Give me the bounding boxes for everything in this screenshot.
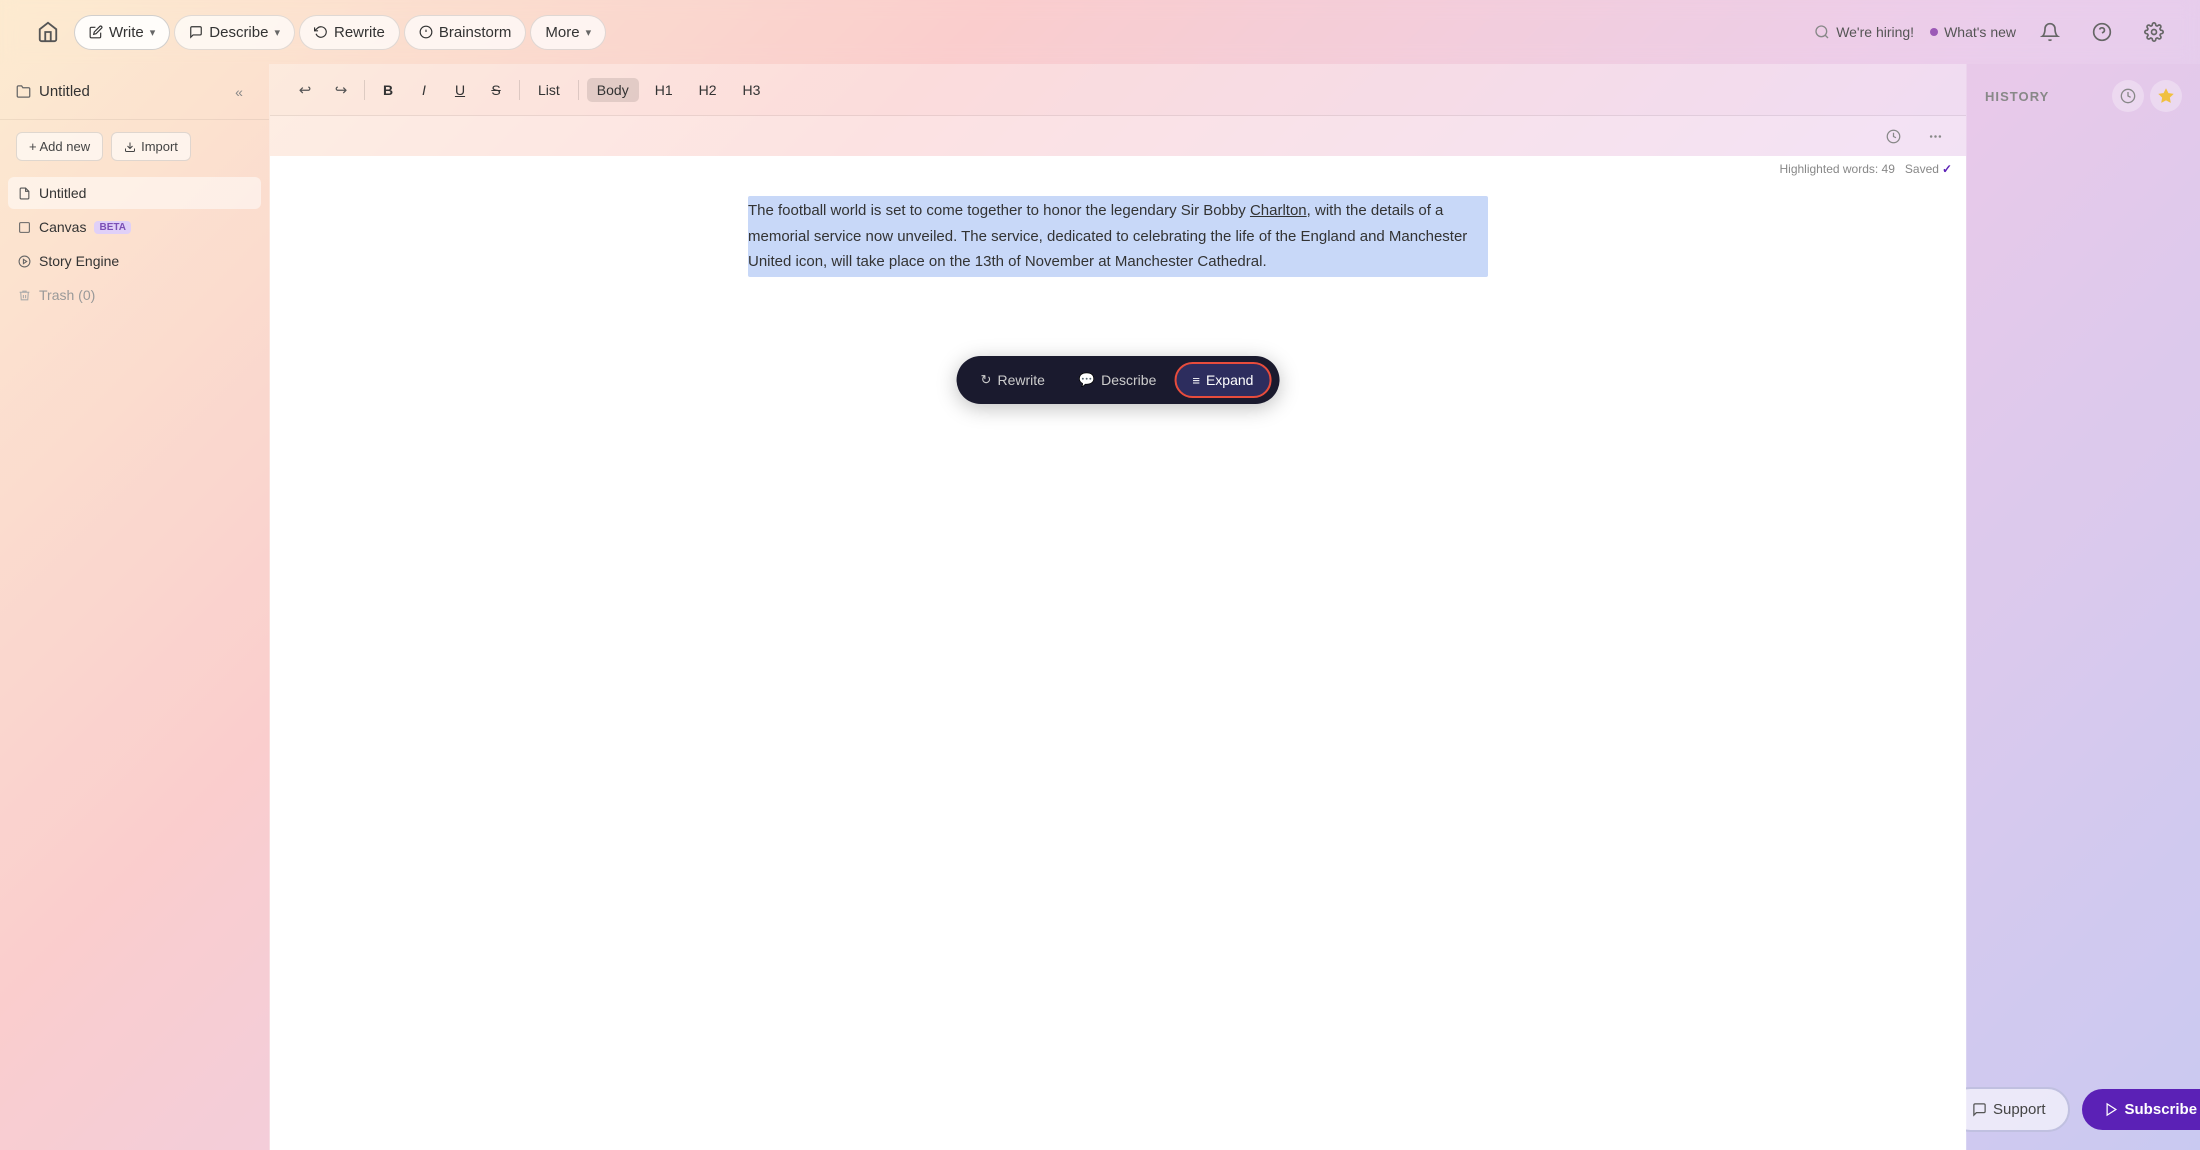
write-label: Write (109, 24, 144, 41)
history-icons (2112, 80, 2182, 112)
list-button[interactable]: List (528, 78, 570, 102)
highlighted-words-count: Highlighted words: 49 (1780, 162, 1895, 176)
toolbar-divider-3 (578, 80, 579, 100)
sidebar: Untitled « + Add new Import Untitled Can… (0, 64, 270, 1150)
support-button[interactable]: Support (1948, 1087, 2070, 1132)
sidebar-item-trash[interactable]: Trash (0) (8, 279, 261, 311)
sidebar-item-trash-label: Trash (0) (39, 287, 95, 303)
main-area: Untitled « + Add new Import Untitled Can… (0, 64, 2200, 1150)
float-rewrite-label: Rewrite (997, 372, 1044, 388)
nav-left: Write ▾ Describe ▾ Rewrite Brainstorm Mo… (28, 12, 606, 52)
saved-status: Saved ✓ (1905, 162, 1952, 176)
history-clock-button[interactable] (1878, 121, 1908, 151)
brainstorm-button[interactable]: Brainstorm (404, 15, 527, 50)
hiring-badge[interactable]: We're hiring! (1814, 24, 1914, 40)
float-rewrite-button[interactable]: ↻ Rewrite (965, 364, 1061, 396)
top-navigation: Write ▾ Describe ▾ Rewrite Brainstorm Mo… (0, 0, 2200, 64)
rewrite-icon: ↻ (981, 372, 992, 388)
collapse-button[interactable]: « (225, 78, 253, 106)
float-describe-button[interactable]: 💬 Describe (1063, 364, 1172, 396)
brainstorm-label: Brainstorm (439, 24, 512, 41)
whats-new-badge[interactable]: What's new (1930, 24, 2016, 40)
editor-settings-button[interactable] (1920, 121, 1950, 151)
float-describe-label: Describe (1101, 372, 1156, 388)
settings-icon-button[interactable] (2136, 14, 2172, 50)
write-chevron: ▾ (150, 26, 156, 39)
h2-button[interactable]: H2 (689, 78, 727, 102)
dot-indicator (1930, 28, 1938, 36)
nav-right: We're hiring! What's new (1814, 14, 2172, 50)
toolbar-divider-2 (519, 80, 520, 100)
editor-paragraph[interactable]: The football world is set to come togeth… (748, 196, 1488, 277)
right-panel-footer: Support Subscribe (1967, 1069, 2200, 1150)
h3-button[interactable]: H3 (733, 78, 771, 102)
support-label: Support (1993, 1101, 2046, 1118)
describe-label: Describe (209, 24, 268, 41)
sidebar-header: Untitled « (0, 64, 269, 120)
import-button[interactable]: Import (111, 132, 191, 161)
sidebar-item-canvas-label: Canvas (39, 219, 86, 235)
home-button[interactable] (28, 12, 68, 52)
describe-button[interactable]: Describe ▾ (174, 15, 295, 50)
more-chevron: ▾ (586, 26, 592, 39)
describe-float-icon: 💬 (1079, 372, 1095, 388)
rewrite-label: Rewrite (334, 24, 385, 41)
sidebar-folder-title: Untitled (39, 83, 90, 100)
subscribe-button[interactable]: Subscribe (2082, 1089, 2200, 1130)
h1-button[interactable]: H1 (645, 78, 683, 102)
toolbar-group: Write ▾ Describe ▾ Rewrite Brainstorm Mo… (74, 15, 606, 50)
sidebar-item-untitled[interactable]: Untitled (8, 177, 261, 209)
sidebar-item-story-engine-label: Story Engine (39, 253, 119, 269)
help-icon-button[interactable] (2084, 14, 2120, 50)
subscribe-label: Subscribe (2125, 1101, 2198, 1118)
redo-button[interactable]: ↪ (326, 75, 356, 105)
sidebar-item-canvas[interactable]: Canvas BETA (8, 211, 261, 243)
charlton-underline: Charlton (1250, 202, 1307, 219)
import-label: Import (141, 139, 178, 154)
history-panel-body (1967, 112, 2200, 1069)
float-expand-label: Expand (1206, 372, 1253, 388)
word-count-bar: Highlighted words: 49 Saved ✓ (1766, 156, 1967, 182)
sidebar-item-untitled-label: Untitled (39, 185, 86, 201)
add-new-button[interactable]: + Add new (16, 132, 103, 161)
whats-new-label: What's new (1944, 24, 2016, 40)
sidebar-title: Untitled (16, 83, 90, 100)
rewrite-button[interactable]: Rewrite (299, 15, 400, 50)
alert-icon-button[interactable] (2032, 14, 2068, 50)
describe-chevron: ▾ (274, 26, 280, 39)
editor-area: ↩ ↪ B I U S List Body H1 H2 H3 (270, 64, 1966, 1150)
history-title: HISTORY (1985, 89, 2049, 104)
hiring-label: We're hiring! (1836, 24, 1914, 40)
undo-button[interactable]: ↩ (290, 75, 320, 105)
editor-toolbar: ↩ ↪ B I U S List Body H1 H2 H3 (270, 64, 1966, 116)
italic-button[interactable]: I (409, 75, 439, 105)
underline-button[interactable]: U (445, 75, 475, 105)
beta-badge: BETA (94, 221, 130, 234)
editor-content-wrap[interactable]: Highlighted words: 49 Saved ✓ The footba… (270, 156, 1966, 1150)
body-button[interactable]: Body (587, 78, 639, 102)
toolbar-divider-1 (364, 80, 365, 100)
sidebar-actions: + Add new Import (0, 120, 269, 173)
right-panel: HISTORY Support Subscribe (1966, 64, 2200, 1150)
more-button[interactable]: More ▾ (530, 15, 606, 50)
write-button[interactable]: Write ▾ (74, 15, 170, 50)
sidebar-item-story-engine[interactable]: Story Engine (8, 245, 261, 277)
add-new-label: + Add new (29, 139, 90, 154)
more-label: More (545, 24, 579, 41)
strikethrough-button[interactable]: S (481, 75, 511, 105)
bold-button[interactable]: B (373, 75, 403, 105)
history-header: HISTORY (1967, 64, 2200, 112)
float-expand-button[interactable]: ≡ Expand (1174, 362, 1271, 398)
sidebar-items: Untitled Canvas BETA Story Engine Trash … (0, 173, 269, 315)
editor-content[interactable]: The football world is set to come togeth… (688, 156, 1548, 317)
expand-icon: ≡ (1192, 373, 1200, 388)
floating-toolbar: ↻ Rewrite 💬 Describe ≡ Expand (957, 356, 1280, 404)
editor-top-bar (270, 116, 1966, 156)
history-clock-button[interactable] (2112, 80, 2144, 112)
history-star-button[interactable] (2150, 80, 2182, 112)
